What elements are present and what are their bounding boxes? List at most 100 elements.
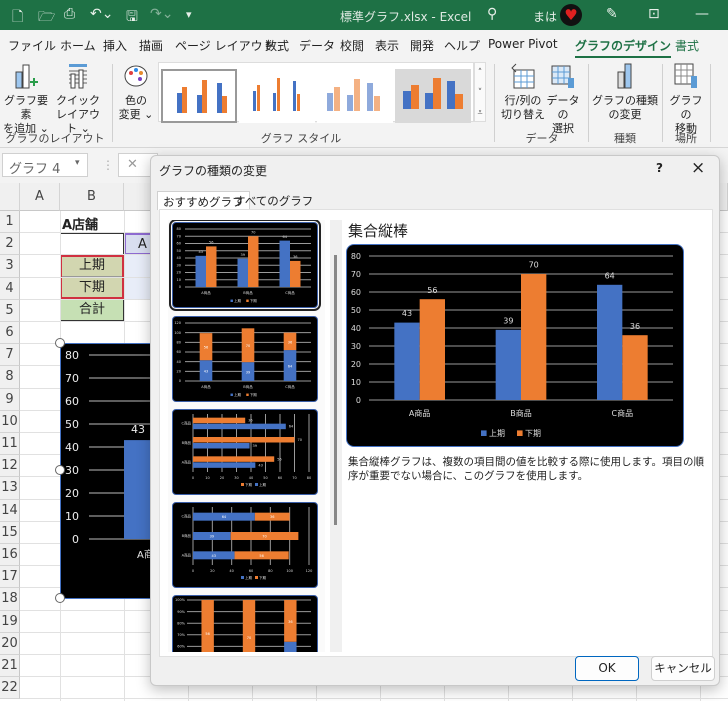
print-preview-icon[interactable]: ⎙ bbox=[64, 6, 75, 22]
quick-layout-icon bbox=[69, 64, 87, 89]
tab-file[interactable]: ファイル bbox=[8, 37, 56, 54]
row-header-10[interactable]: 10 bbox=[0, 410, 20, 433]
help-button[interactable]: ? bbox=[656, 161, 663, 175]
pen-icon[interactable]: ✎ bbox=[606, 6, 618, 22]
y-tick-label: 30 bbox=[351, 342, 361, 351]
tab-all-charts[interactable]: すべてのグラフ bbox=[229, 191, 318, 210]
y-tick-label: C商品 bbox=[182, 514, 192, 519]
group-label-styles: グラフ スタイル bbox=[260, 132, 342, 145]
tab-view[interactable]: 表示 bbox=[375, 37, 399, 54]
resize-handle[interactable] bbox=[55, 338, 65, 348]
row-header-19[interactable]: 19 bbox=[0, 610, 20, 633]
row-header-14[interactable]: 14 bbox=[0, 499, 20, 522]
tab-home[interactable]: ホーム bbox=[60, 37, 96, 54]
scrollbar-thumb[interactable] bbox=[334, 255, 337, 525]
row-header-6[interactable]: 6 bbox=[0, 322, 20, 345]
row-header-16[interactable]: 16 bbox=[0, 544, 20, 567]
data-label: 64 bbox=[288, 365, 293, 369]
thumb-clustered-column[interactable]: 0 10 20 30 40 50 60 70 80 43 56 A商品 39 70 B商品 64 36 C商品 上期… bbox=[169, 220, 321, 311]
bar-上期-C商品 bbox=[193, 423, 286, 430]
cancel-button[interactable]: キャンセル bbox=[651, 656, 715, 681]
resize-handle[interactable] bbox=[55, 465, 65, 475]
data-label: 39 bbox=[241, 253, 245, 257]
row-header-17[interactable]: 17 bbox=[0, 566, 20, 589]
y-tick-label: 90% bbox=[177, 610, 185, 614]
group-separator bbox=[588, 64, 589, 142]
bar-上期-A商品 bbox=[193, 462, 256, 468]
dialog-content: 0 10 20 30 40 50 60 70 80 43 56 A商品 39 70 B商品 64 36 C商品 上期… bbox=[159, 209, 713, 657]
tab-page-layout[interactable]: ページ レイアウト bbox=[175, 37, 275, 54]
add-chart-element-icon bbox=[15, 64, 38, 89]
open-folder-icon[interactable]: 🗁 bbox=[38, 6, 55, 30]
add-chart-element-button[interactable]: グラフ要素 を追加 ⌄ bbox=[2, 62, 50, 136]
thumbnail-scrollbar[interactable] bbox=[330, 220, 342, 652]
row-header-22[interactable]: 22 bbox=[0, 677, 20, 700]
x-tick-label: 100 bbox=[286, 569, 293, 573]
data-label: 56 bbox=[204, 346, 208, 350]
cell-b5[interactable]: 合計 bbox=[60, 299, 124, 321]
tab-help[interactable]: ヘルプ bbox=[444, 37, 480, 54]
row-header-4[interactable]: 4 bbox=[0, 277, 20, 300]
row-header-11[interactable]: 11 bbox=[0, 433, 20, 456]
change-chart-type-button[interactable]: グラフの種類 の変更 bbox=[592, 62, 658, 122]
undo-icon[interactable]: ↶⌄ bbox=[90, 6, 113, 22]
tab-data[interactable]: データ bbox=[299, 37, 335, 54]
ribbon-display-icon[interactable]: ⊡ bbox=[648, 6, 660, 22]
thumb-clustered-bar-chart: 0 10 20 30 40 50 60 70 80 C商品 64 36 B商品 39 70 A商品 43 56 下期… bbox=[182, 414, 311, 487]
gallery-scroll[interactable]: ˄ ˅ ⩡ bbox=[474, 62, 486, 122]
row-header-12[interactable]: 12 bbox=[0, 455, 20, 478]
row-header-7[interactable]: 7 bbox=[0, 344, 20, 367]
y-tick-label: 80% bbox=[177, 621, 185, 625]
row-header-13[interactable]: 13 bbox=[0, 477, 20, 500]
cell-b2[interactable] bbox=[60, 233, 124, 255]
tab-format[interactable]: 書式 bbox=[675, 37, 699, 54]
chart-style-1[interactable] bbox=[161, 69, 237, 123]
select-data-button[interactable]: データの 選択 bbox=[544, 62, 582, 136]
thumb-stacked-bar[interactable]: 0 20 40 60 80 100 120 C商品 64 36 B商品 39 70 A商品 43 56 上期 下期 bbox=[172, 502, 318, 588]
row-header-1[interactable]: 1 bbox=[0, 211, 20, 234]
tab-draw[interactable]: 描画 bbox=[139, 37, 163, 54]
tab-developer[interactable]: 開発 bbox=[410, 37, 434, 54]
tab-insert[interactable]: 挿入 bbox=[103, 37, 127, 54]
new-file-icon[interactable]: 🗋 bbox=[12, 6, 23, 30]
resize-handle[interactable] bbox=[55, 593, 65, 603]
avatar[interactable]: ♥ bbox=[560, 4, 582, 26]
row-header-15[interactable]: 15 bbox=[0, 521, 20, 544]
chart-style-4[interactable] bbox=[395, 69, 471, 123]
row-header-20[interactable]: 20 bbox=[0, 632, 20, 655]
save-icon[interactable]: 🖫 bbox=[126, 6, 138, 30]
customize-toolbar-icon[interactable]: ▾ bbox=[186, 8, 192, 21]
row-header-8[interactable]: 8 bbox=[0, 366, 20, 389]
minimize-icon[interactable]: — bbox=[695, 6, 709, 22]
close-button[interactable]: × bbox=[691, 158, 705, 178]
row-header-5[interactable]: 5 bbox=[0, 299, 20, 322]
quick-layout-button[interactable]: クイック レイアウト ⌄ bbox=[52, 62, 104, 136]
chart-preview-plot: 0 10 20 30 40 50 60 70 80 43 56 A商品 39 70 B商品 64 36 C商品上期… bbox=[351, 252, 673, 438]
switch-row-column-button[interactable]: 行/列の 切り替え bbox=[500, 62, 546, 122]
row-header-3[interactable]: 3 bbox=[0, 255, 20, 278]
row-header-9[interactable]: 9 bbox=[0, 388, 20, 411]
row-header-21[interactable]: 21 bbox=[0, 655, 20, 678]
row-header-2[interactable]: 2 bbox=[0, 233, 20, 256]
recommended-chart-list: 0 10 20 30 40 50 60 70 80 43 56 A商品 39 70 B商品 64 36 C商品 上期… bbox=[168, 220, 325, 652]
tab-power-pivot[interactable]: Power Pivot bbox=[488, 37, 558, 51]
change-colors-button[interactable]: 色の 変更 ⌄ bbox=[116, 62, 156, 122]
tab-review[interactable]: 校閲 bbox=[340, 37, 364, 54]
select-all-corner[interactable] bbox=[0, 183, 20, 211]
name-box-dropdown-icon[interactable]: ▾ bbox=[75, 158, 80, 168]
chart-style-3[interactable] bbox=[317, 69, 393, 123]
row-header-18[interactable]: 18 bbox=[0, 588, 20, 611]
tab-formulas[interactable]: 数式 bbox=[265, 37, 289, 54]
move-chart-button[interactable]: グラフの 移動 bbox=[666, 62, 706, 136]
column-header-a[interactable]: A bbox=[20, 183, 60, 211]
ok-button[interactable]: OK bbox=[575, 656, 639, 681]
cell-b1[interactable]: A店舗 bbox=[62, 214, 98, 233]
thumb-stacked-column[interactable]: 0 20 40 60 80 100 120 43 56 A商品 39 70 B商品 64 36 C商品 上期 下期 bbox=[172, 316, 318, 402]
thumb-100-stacked-column[interactable]: 0%10%20%30%40%50%60%70%80%90%100%4356A商品… bbox=[172, 595, 318, 652]
chart-style-2[interactable] bbox=[239, 69, 315, 123]
column-header-b[interactable]: B bbox=[60, 183, 124, 211]
search-icon[interactable]: ⚲ bbox=[487, 6, 497, 22]
redo-icon[interactable]: ↷⌄ bbox=[150, 6, 173, 22]
thumb-clustered-bar[interactable]: 0 10 20 30 40 50 60 70 80 C商品 64 36 B商品 39 70 A商品 43 56 下期… bbox=[172, 409, 318, 495]
tab-chart-design[interactable]: グラフのデザイン bbox=[575, 37, 672, 58]
